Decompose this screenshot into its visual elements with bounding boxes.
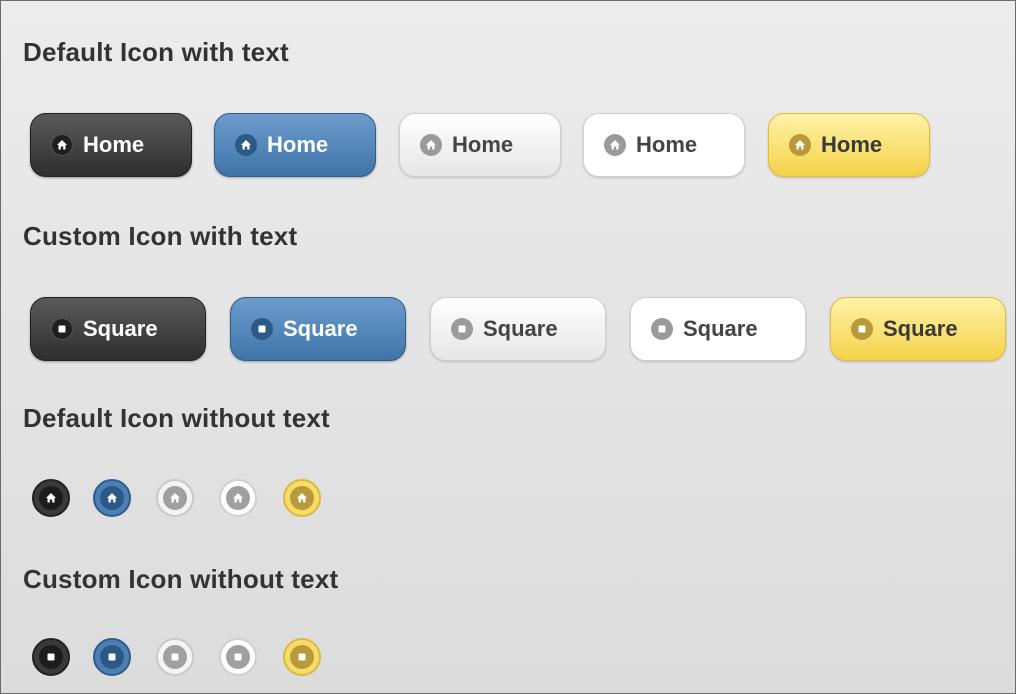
square-icon-button-yellow[interactable] [283, 638, 321, 676]
square-icon-button-blue[interactable] [93, 638, 131, 676]
button-label: Home [821, 132, 883, 157]
section-title-custom-icon-with-text: Custom Icon with text [23, 221, 298, 251]
home-button-blue[interactable]: Home [214, 113, 376, 177]
home-button-dark[interactable]: Home [30, 113, 192, 177]
square-icon [39, 645, 63, 669]
square-button-blue[interactable]: Square [230, 297, 406, 361]
square-button-white[interactable]: Square [630, 297, 806, 361]
home-icon [226, 486, 250, 510]
square-icon [651, 318, 673, 340]
home-icon [51, 134, 73, 156]
button-label: Home [83, 132, 145, 157]
square-icon [251, 318, 273, 340]
square-icon [163, 645, 187, 669]
section-title-default-icon-with-text: Default Icon with text [23, 37, 289, 67]
home-icon [420, 134, 442, 156]
home-icon [789, 134, 811, 156]
button-label: Square [283, 316, 358, 341]
home-icon [235, 134, 257, 156]
home-button-light[interactable]: Home [399, 113, 561, 177]
square-icon [851, 318, 873, 340]
square-icon [290, 645, 314, 669]
section-title-custom-icon-without-text: Custom Icon without text [23, 564, 339, 594]
square-icon-button-white[interactable] [219, 638, 257, 676]
button-label: Square [683, 316, 758, 341]
home-icon [100, 486, 124, 510]
button-label: Square [83, 316, 158, 341]
button-label: Home [267, 132, 329, 157]
home-icon-button-white[interactable] [219, 479, 257, 517]
button-label: Square [883, 316, 958, 341]
button-label: Home [452, 132, 514, 157]
button-label: Square [483, 316, 558, 341]
home-button-white[interactable]: Home [583, 113, 745, 177]
square-icon [226, 645, 250, 669]
home-icon-button-dark[interactable] [32, 479, 70, 517]
square-icon-button-light[interactable] [156, 638, 194, 676]
home-icon-button-yellow[interactable] [283, 479, 321, 517]
square-button-light[interactable]: Square [430, 297, 606, 361]
home-icon-button-light[interactable] [156, 479, 194, 517]
home-icon [39, 486, 63, 510]
square-icon-button-dark[interactable] [32, 638, 70, 676]
home-icon [163, 486, 187, 510]
square-icon [51, 318, 73, 340]
square-button-yellow[interactable]: Square [830, 297, 1006, 361]
section-title-default-icon-without-text: Default Icon without text [23, 403, 330, 433]
square-icon [451, 318, 473, 340]
square-button-dark[interactable]: Square [30, 297, 206, 361]
home-icon-button-blue[interactable] [93, 479, 131, 517]
button-label: Home [636, 132, 698, 157]
square-icon [100, 645, 124, 669]
home-icon [604, 134, 626, 156]
home-icon [290, 486, 314, 510]
home-button-yellow[interactable]: Home [768, 113, 930, 177]
